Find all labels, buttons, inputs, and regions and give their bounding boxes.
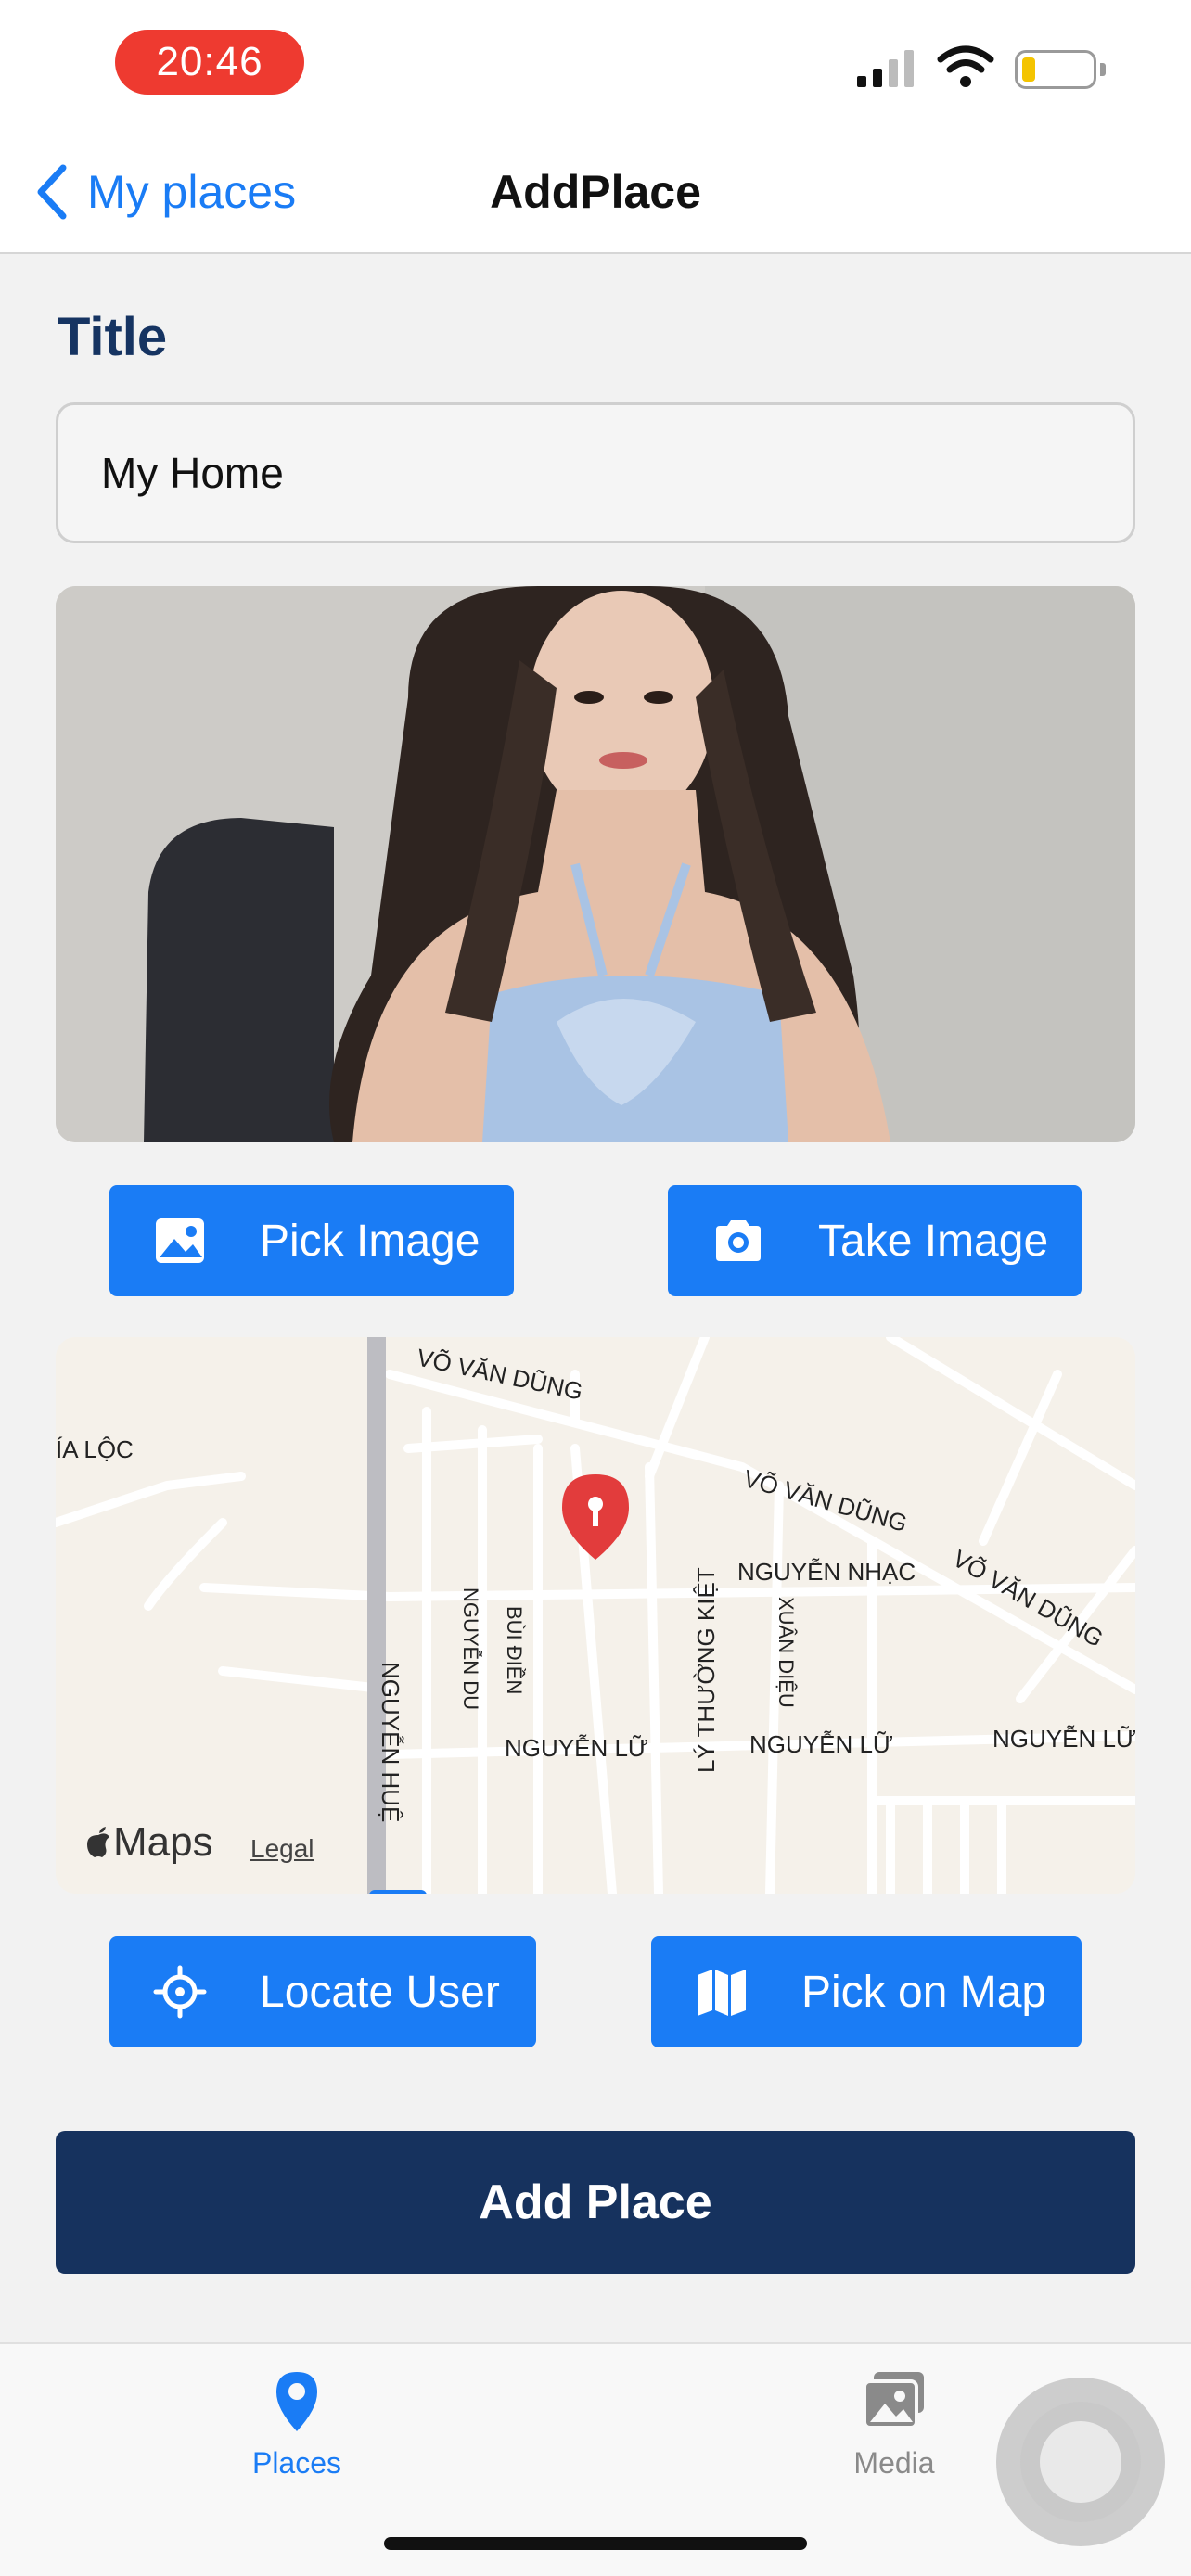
add-place-button[interactable]: Add Place [56,2131,1135,2274]
home-indicator[interactable] [384,2537,807,2550]
pick-image-label: Pick Image [260,1216,480,1266]
tab-places-label: Places [251,2446,342,2480]
images-icon [863,2372,924,2429]
title-input[interactable] [56,402,1135,543]
street-label: XUÂN DIỆU [775,1597,798,1708]
maps-logo-text: Maps [113,1819,213,1865]
pick-image-button[interactable]: Pick Image [109,1185,514,1296]
signal-icon [857,50,914,87]
map-image: VÕ VĂN DŨNG VÕ VĂN DŨNG VÕ VĂN DŨNG ÍA L… [56,1337,1135,1894]
locate-user-label: Locate User [260,1967,500,2017]
tab-media[interactable]: Media [801,2366,987,2496]
status-bar: 20:46 [0,0,1191,130]
wifi-icon [937,45,994,87]
photo-image [56,586,1135,1142]
status-time: 20:46 [115,30,304,95]
map-pin-icon [276,2372,317,2431]
image-preview [56,586,1135,1142]
street-label: ÍA LỘC [56,1435,134,1463]
legal-link[interactable]: Legal [250,1834,314,1864]
navigation-bar: AddPlace My places [0,130,1191,254]
street-label: NGUYỄN LỮ [992,1725,1135,1753]
maps-logo: Maps [83,1819,213,1866]
street-label: NGUYỄN NHẠC [737,1558,916,1586]
street-label: NGUYỄN DU [459,1588,483,1710]
take-image-label: Take Image [818,1216,1049,1266]
back-button-label: My places [87,166,297,218]
street-label: BÙI ĐIỀN [503,1606,526,1694]
image-icon [152,1213,208,1269]
title-label: Title [58,307,168,367]
chevron-left-icon [37,164,67,220]
battery-icon [1015,50,1096,89]
pick-on-map-button[interactable]: Pick on Map [651,1936,1082,2047]
street-label: LÝ THƯỜNG KIỆT [692,1567,720,1773]
street-label: NGUYỄN LỮ [749,1730,893,1758]
street-label: NGUYỄN HUỆ [377,1662,404,1822]
tab-places[interactable]: Places [204,2366,390,2496]
assistive-touch-button[interactable] [996,2378,1165,2546]
pick-on-map-label: Pick on Map [801,1967,1047,2017]
back-button[interactable]: My places [33,158,296,226]
locate-user-button[interactable]: Locate User [109,1936,536,2047]
tab-media-label: Media [853,2446,935,2480]
take-image-button[interactable]: Take Image [668,1185,1082,1296]
street-label: NGUYỄN LỮ [505,1734,648,1762]
camera-icon [711,1213,766,1269]
locate-icon [152,1964,208,2020]
map-icon [694,1964,749,2020]
apple-icon [87,1827,109,1857]
map-view[interactable]: VÕ VĂN DŨNG VÕ VĂN DŨNG VÕ VĂN DŨNG ÍA L… [56,1337,1135,1894]
